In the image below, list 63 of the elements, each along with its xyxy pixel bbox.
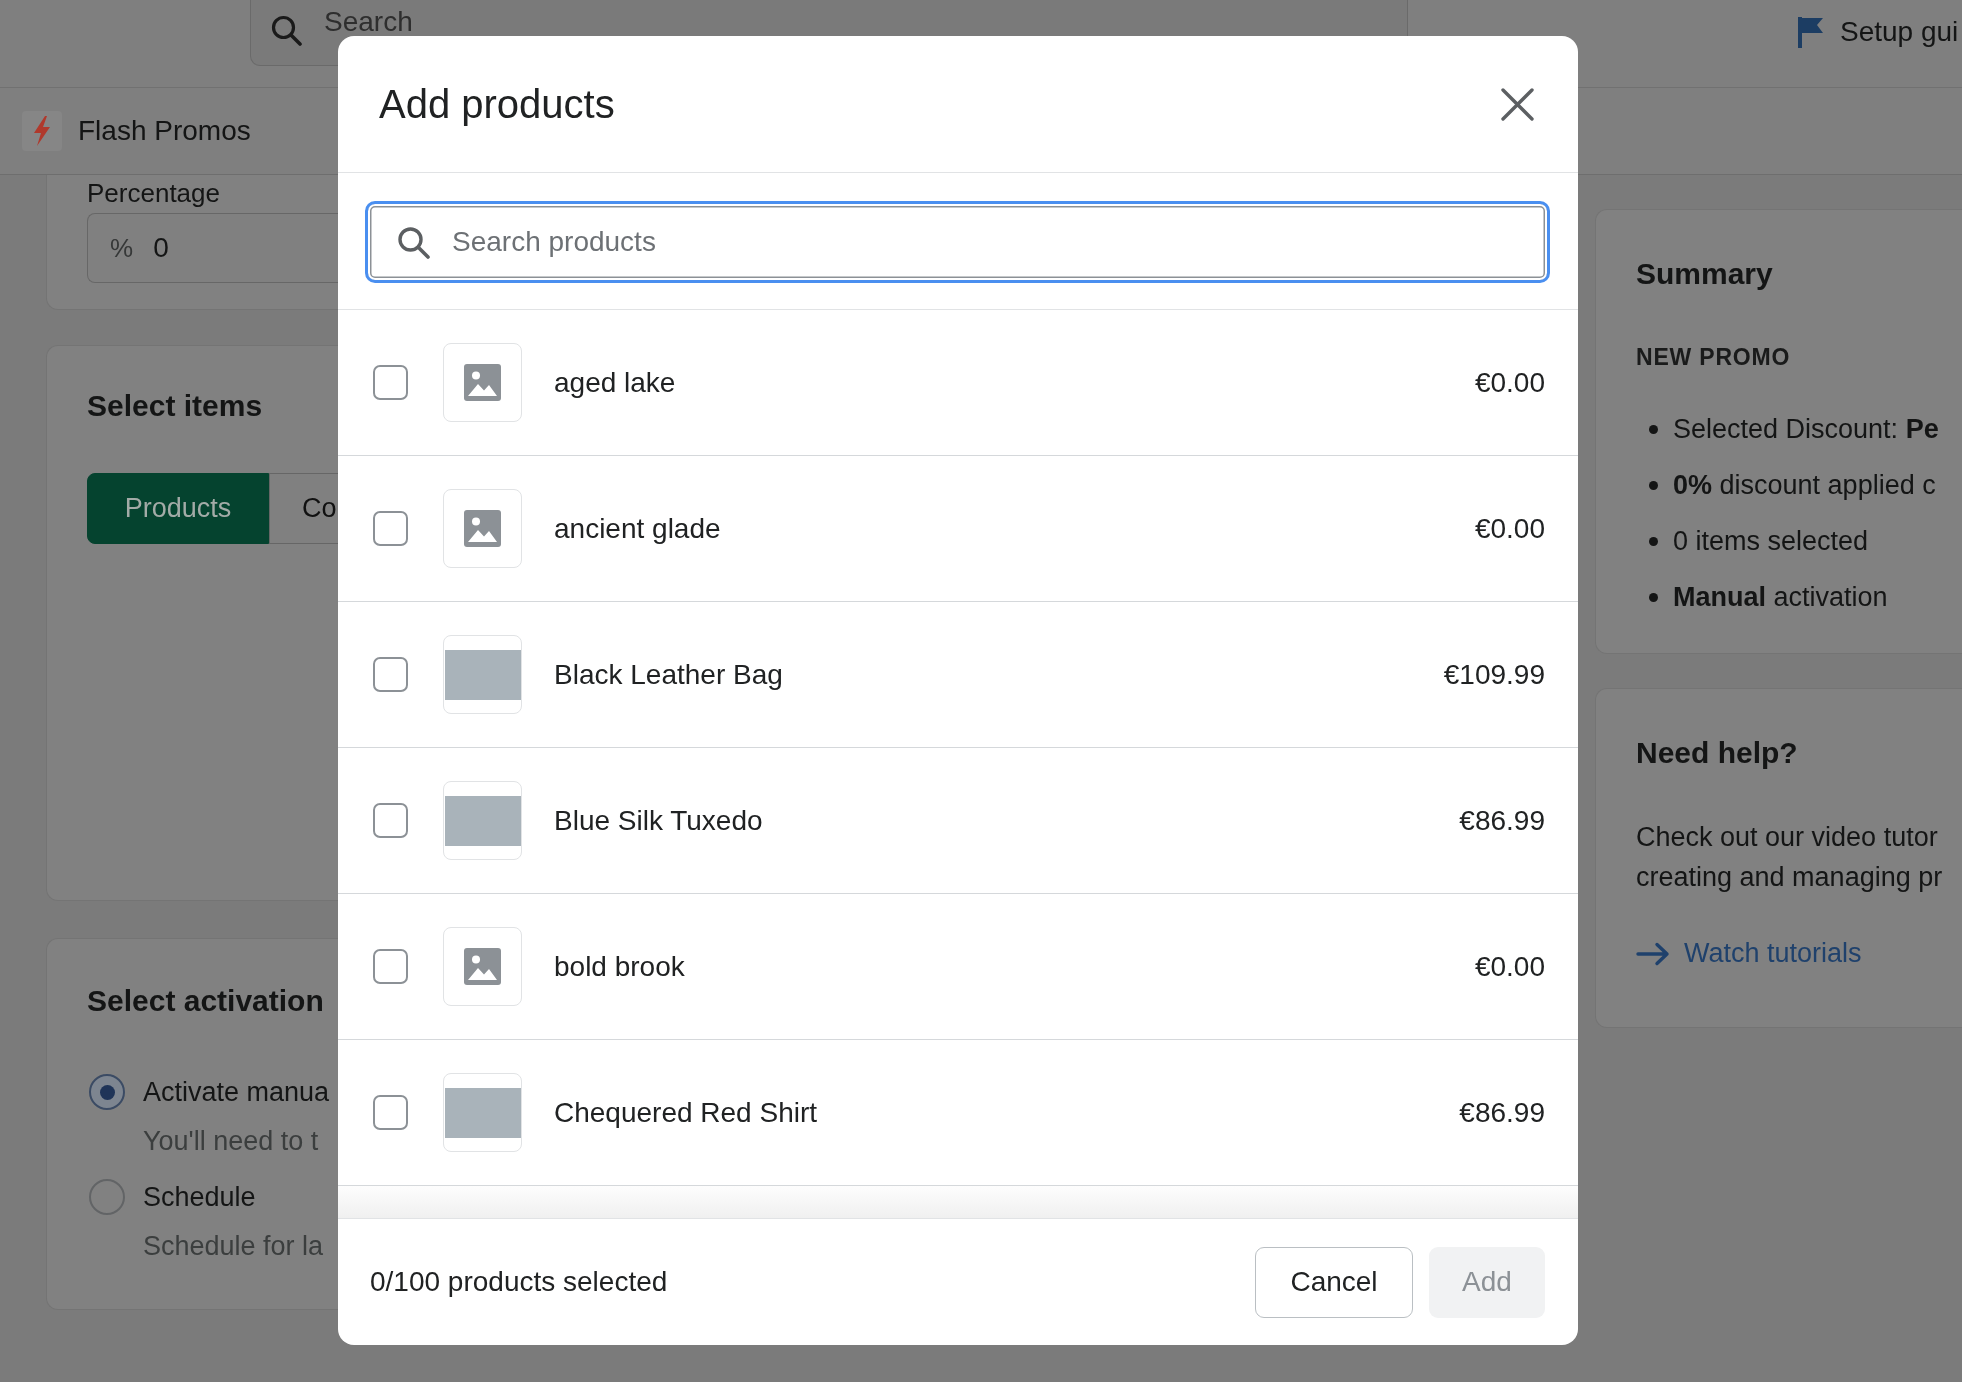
product-price: €0.00 — [1474, 950, 1545, 983]
checkbox[interactable] — [373, 511, 408, 546]
search-placeholder: Search — [324, 8, 413, 36]
summary-item: 0 items selected — [1673, 525, 1869, 557]
percentage-field[interactable]: % 0 — [87, 213, 338, 283]
bullet-icon — [1649, 424, 1658, 434]
product-price: €0.00 — [1474, 512, 1545, 545]
search-icon — [397, 225, 430, 259]
product-price: €86.99 — [1459, 1096, 1545, 1129]
product-price: €109.99 — [1443, 658, 1545, 691]
bullet-icon — [1649, 592, 1658, 602]
image-icon — [464, 510, 501, 547]
tab[interactable]: Products — [87, 473, 269, 544]
product-name: Blue Silk Tuxedo — [554, 804, 764, 837]
product-name: aged lake — [554, 366, 677, 399]
product-name: Black Leather Bag — [554, 658, 784, 691]
setup-guide-button[interactable]: Setup gui — [1796, 16, 1959, 48]
promo-name: NEW PROMO — [1636, 343, 1791, 372]
card-heading: Need help? — [1636, 735, 1799, 771]
flag-icon — [1796, 16, 1824, 48]
close-button[interactable] — [1501, 87, 1534, 121]
percentage-value: 0 — [153, 232, 169, 264]
help-text: Check out our video tutor creating and managing pr — [1636, 821, 1943, 894]
secondary-button[interactable]: Cancel — [1255, 1246, 1413, 1318]
search-placeholder: Search products — [452, 226, 656, 258]
watch-tutorials-link[interactable]: Watch tutorials — [1636, 938, 1862, 969]
product-price: €86.99 — [1459, 804, 1545, 837]
radio-button[interactable] — [89, 1074, 125, 1110]
close-icon — [1501, 87, 1534, 121]
summary-item: Manual activation — [1673, 581, 1888, 613]
tab[interactable]: Co — [269, 473, 338, 544]
field-label: Percentage — [87, 179, 221, 207]
selection-count: 0/100 products selected — [370, 1266, 669, 1298]
dialog-title: Add products — [379, 81, 615, 128]
checkbox[interactable] — [373, 1095, 408, 1130]
checkbox[interactable] — [373, 657, 408, 692]
option-description: You'll need to t — [143, 1125, 319, 1158]
image-icon — [464, 364, 501, 401]
summary-item: Selected Discount: Pe — [1673, 413, 1939, 445]
summary-item: 0% discount applied c — [1673, 469, 1936, 501]
percent-prefix: % — [110, 232, 134, 264]
card-heading: Select activation — [87, 983, 325, 1019]
product-name: ancient glade — [554, 512, 722, 545]
radio-label: Activate manua — [143, 1076, 330, 1109]
lightning-icon — [22, 111, 62, 151]
product-price: €0.00 — [1474, 366, 1545, 399]
search-field[interactable]: Search products — [365, 201, 1550, 283]
checkbox[interactable] — [373, 365, 408, 400]
search-icon — [271, 15, 302, 46]
product-name: bold brook — [554, 950, 686, 983]
image-icon — [464, 948, 501, 985]
option-description: Schedule for la — [143, 1230, 324, 1263]
radio-label: Schedule — [143, 1181, 256, 1214]
arrow-icon — [1636, 941, 1670, 966]
app-title: Flash Promos — [78, 115, 251, 147]
bullet-icon — [1649, 536, 1658, 546]
card-heading: Select items — [87, 388, 264, 424]
product-name: Chequered Red Shirt — [554, 1096, 819, 1129]
radio-button[interactable] — [89, 1179, 125, 1215]
checkbox[interactable] — [373, 803, 408, 838]
card-heading: Summary — [1636, 256, 1774, 292]
bullet-icon — [1649, 480, 1658, 490]
checkbox[interactable] — [373, 949, 408, 984]
